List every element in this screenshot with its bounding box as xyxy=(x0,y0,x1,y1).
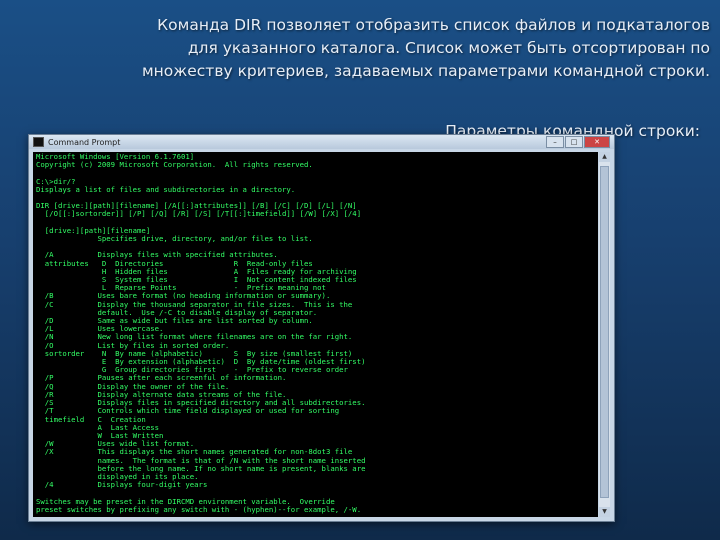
console-text: Microsoft Windows [Version 6.1.7601] Cop… xyxy=(36,152,366,514)
scroll-down-icon[interactable]: ▼ xyxy=(599,507,610,517)
minimize-button[interactable]: – xyxy=(546,136,564,148)
window-title: Command Prompt xyxy=(48,137,121,147)
vertical-scrollbar[interactable]: ▲ ▼ xyxy=(599,152,610,517)
close-button[interactable]: ✕ xyxy=(584,136,610,148)
scroll-thumb[interactable] xyxy=(600,166,609,498)
slide-title: Команда DIR позволяет отобразить список … xyxy=(60,14,710,83)
slide-title-line-2: для указанного каталога. Список может бы… xyxy=(187,39,710,57)
maximize-button[interactable]: □ xyxy=(565,136,583,148)
slide-title-line-3: множеству критериев, задаваемых параметр… xyxy=(141,62,710,80)
console-output[interactable]: Microsoft Windows [Version 6.1.7601] Cop… xyxy=(33,152,598,517)
command-prompt-window[interactable]: Command Prompt – □ ✕ Microsoft Windows [… xyxy=(28,134,615,522)
slide-title-line-1: Команда DIR позволяет отобразить список … xyxy=(157,16,710,34)
cmd-icon xyxy=(33,137,44,147)
window-controls: – □ ✕ xyxy=(546,136,610,148)
window-titlebar[interactable]: Command Prompt – □ ✕ xyxy=(29,135,614,149)
scroll-up-icon[interactable]: ▲ xyxy=(599,152,610,162)
